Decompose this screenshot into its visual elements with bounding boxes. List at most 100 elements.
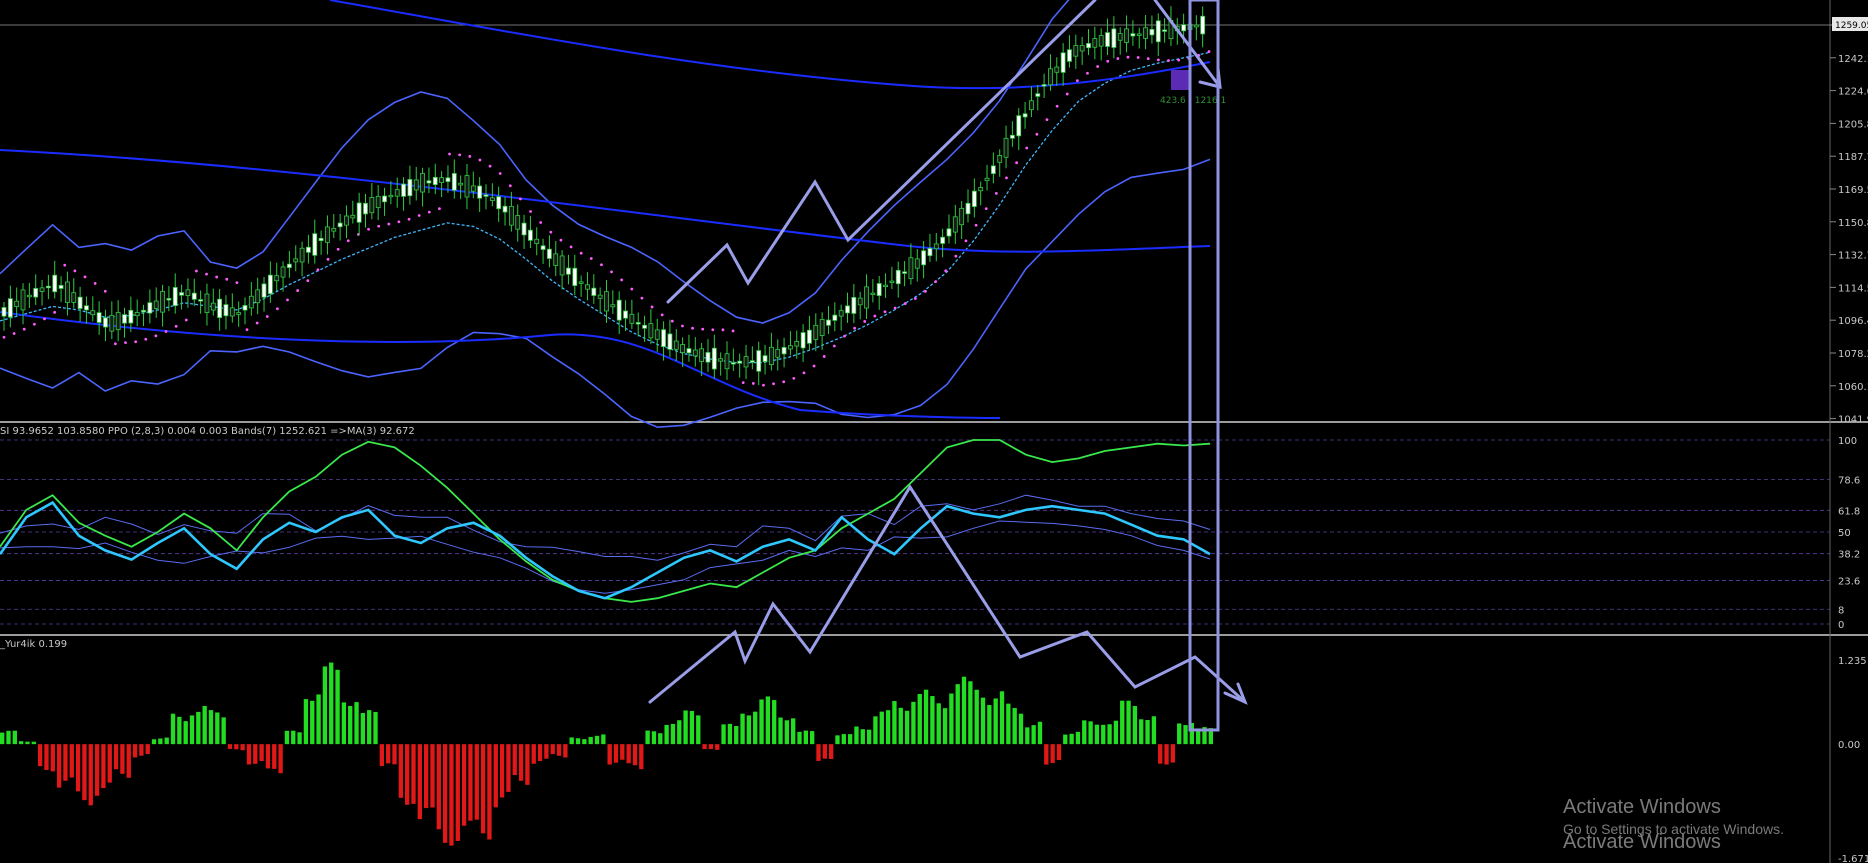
price-axis-label: 1242.15 xyxy=(1838,54,1868,65)
sar-dot xyxy=(751,382,755,385)
sar-dot xyxy=(508,184,512,188)
histogram-bar xyxy=(341,702,347,745)
sar-dot xyxy=(964,239,968,243)
histogram-bar xyxy=(582,739,587,745)
histogram-axis-label: -1.671 xyxy=(1838,854,1868,863)
candle-body xyxy=(990,165,996,174)
oscillator-indicator-label: SI 93.9652 103.8580 PPO (2,8,3) 0.004 0.… xyxy=(0,426,415,437)
sar-dot xyxy=(691,326,694,330)
histogram-bar xyxy=(227,744,233,749)
candle-body xyxy=(306,246,311,253)
histogram-bar xyxy=(1170,744,1176,763)
candle-body xyxy=(1098,35,1104,47)
price-axis-label: 1205.85 xyxy=(1838,119,1868,130)
histogram-bar xyxy=(797,731,802,745)
histogram-bar xyxy=(1126,700,1131,745)
sar-dot xyxy=(701,327,705,331)
sar-dot xyxy=(731,329,735,333)
histogram-bar xyxy=(37,744,43,767)
candle-body xyxy=(807,329,812,344)
histogram-bar xyxy=(791,718,796,745)
trading-chart: 1242.15 1224.00 1205.85 1187.70 1169.55 1150.… xyxy=(0,0,1868,863)
sar-dot xyxy=(782,380,786,384)
histogram-bar xyxy=(512,744,517,776)
sar-dot xyxy=(448,152,451,156)
candle-body xyxy=(559,255,565,276)
candle-body xyxy=(705,352,711,363)
sar-dot xyxy=(589,257,593,260)
oscillator-axis-label: 61.8 xyxy=(1838,506,1860,517)
candle-body xyxy=(204,293,210,313)
histogram-bar xyxy=(316,694,321,745)
sar-dot xyxy=(326,257,330,261)
candle-body xyxy=(229,307,235,317)
fib-level-label: 423.6 - 1216.1 xyxy=(1160,96,1226,106)
candle-body xyxy=(743,356,749,368)
histogram-bar xyxy=(879,711,884,745)
histogram-bar xyxy=(139,744,144,756)
candle-body xyxy=(20,289,26,311)
histogram-bar xyxy=(892,701,897,745)
sar-dot xyxy=(488,164,492,168)
candle-body xyxy=(648,323,654,339)
candle-body xyxy=(654,329,660,340)
candle-body xyxy=(1155,20,1161,43)
histogram-bar xyxy=(18,741,24,745)
candle-body xyxy=(1136,33,1142,36)
candle-body xyxy=(1067,49,1072,62)
histogram-bar xyxy=(56,744,62,788)
candle-body xyxy=(768,346,774,365)
candle-body xyxy=(1,307,7,317)
candle-body xyxy=(629,313,635,324)
candle-body xyxy=(699,348,705,362)
candle-body xyxy=(439,177,445,183)
candle-body xyxy=(223,304,229,317)
candle-body xyxy=(534,238,540,245)
sar-dot xyxy=(1035,132,1039,136)
candle-body xyxy=(642,324,647,329)
sar-dot xyxy=(478,158,482,162)
candle-body xyxy=(604,291,609,312)
sar-dot xyxy=(721,328,725,332)
sar-dot xyxy=(863,320,867,323)
histogram-bar xyxy=(987,705,992,745)
histogram-bar xyxy=(847,734,853,745)
histogram-bar xyxy=(563,744,568,758)
candle-body xyxy=(248,295,254,309)
candle-body xyxy=(876,283,882,296)
histogram-bar xyxy=(373,711,378,745)
candle-body xyxy=(464,175,470,198)
sar-dot xyxy=(650,305,654,309)
sar-dot xyxy=(32,322,36,326)
candle-body xyxy=(1086,43,1091,49)
sar-dot xyxy=(83,275,87,279)
sar-dot xyxy=(772,382,775,386)
histogram-bar xyxy=(518,744,524,781)
sar-dot xyxy=(144,337,148,341)
candle-body xyxy=(851,297,857,314)
candle-body xyxy=(578,281,584,284)
sar-dot xyxy=(670,319,674,323)
histogram-bar xyxy=(683,710,688,745)
candle-body xyxy=(1143,27,1148,39)
histogram-bar xyxy=(1025,727,1030,745)
sar-dot xyxy=(1136,56,1140,59)
histogram-bar xyxy=(620,744,625,760)
histogram-bar xyxy=(120,744,125,774)
sar-dot xyxy=(12,332,16,335)
candle-body xyxy=(445,177,451,182)
candle-body xyxy=(749,360,755,363)
sar-dot xyxy=(255,321,259,325)
histogram-bar xyxy=(398,744,403,798)
histogram-bar xyxy=(1018,713,1024,745)
sar-dot xyxy=(1096,65,1100,68)
candle-body xyxy=(375,195,381,209)
histogram-bar xyxy=(164,737,169,745)
histogram-bar xyxy=(1120,700,1125,745)
histogram-bar xyxy=(968,681,973,745)
candle-body xyxy=(895,269,901,285)
histogram-bar xyxy=(575,738,581,745)
candle-body xyxy=(331,227,337,232)
histogram-bar xyxy=(196,711,201,745)
sar-dot xyxy=(235,281,239,285)
